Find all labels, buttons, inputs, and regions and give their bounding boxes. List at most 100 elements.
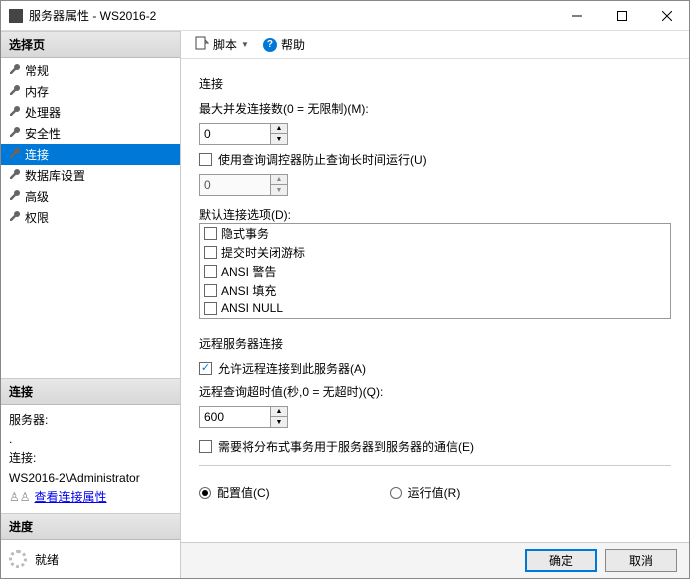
app-icon (9, 9, 23, 23)
sidebar-item[interactable]: 处理器 (1, 102, 180, 123)
option-checkbox[interactable] (204, 246, 217, 259)
config-value-label: 配置值(C) (217, 484, 270, 501)
wrench-icon (9, 84, 21, 99)
sidebar-item-label: 常规 (25, 62, 49, 79)
help-button[interactable]: ? 帮助 (259, 34, 309, 55)
separator (199, 465, 671, 466)
page-list: 常规内存处理器安全性连接数据库设置高级权限 (1, 58, 180, 230)
max-connections-spinner[interactable]: ▲▼ (199, 123, 288, 145)
distributed-tx-label: 需要将分布式事务用于服务器到服务器的通信(E) (218, 438, 474, 455)
sidebar-item[interactable]: 连接 (1, 144, 180, 165)
sidebar-item-label: 权限 (25, 209, 49, 226)
option-item[interactable]: 隐式事务 (200, 224, 670, 243)
option-checkbox[interactable] (204, 227, 217, 240)
sidebar-item[interactable]: 安全性 (1, 123, 180, 144)
server-value: . (9, 430, 172, 449)
close-button[interactable] (644, 1, 689, 30)
remote-timeout-input[interactable] (200, 407, 270, 427)
people-icon: ♙♙ (9, 490, 31, 504)
cancel-button[interactable]: 取消 (605, 549, 677, 572)
wrench-icon (9, 168, 21, 183)
select-page-header: 选择页 (1, 31, 180, 58)
dialog-footer: 确定 取消 (181, 542, 689, 578)
conn-label: 连接: (9, 449, 172, 468)
sidebar: 选择页 常规内存处理器安全性连接数据库设置高级权限 连接 服务器: . 连接: … (1, 31, 181, 578)
wrench-icon (9, 210, 21, 225)
run-value-label: 运行值(R) (408, 484, 461, 501)
content-area: 脚本 ▼ ? 帮助 连接 最大并发连接数(0 = 无限制)(M): ▲▼ 使用查… (181, 31, 689, 578)
spin-down-icon: ▼ (271, 185, 287, 195)
script-label: 脚本 (213, 36, 237, 53)
default-options-label: 默认连接选项(D): (199, 206, 671, 223)
option-checkbox[interactable] (204, 302, 217, 315)
connection-info: 服务器: . 连接: WS2016-2\Administrator ♙♙查看连接… (1, 405, 180, 513)
spin-down-icon[interactable]: ▼ (271, 134, 287, 144)
remote-section-title: 远程服务器连接 (199, 335, 671, 352)
help-icon: ? (263, 38, 277, 52)
minimize-button[interactable] (554, 1, 599, 30)
sidebar-item[interactable]: 数据库设置 (1, 165, 180, 186)
allow-remote-label: 允许远程连接到此服务器(A) (218, 360, 366, 377)
sidebar-item[interactable]: 高级 (1, 186, 180, 207)
radio-icon (199, 487, 211, 499)
connections-section-title: 连接 (199, 75, 671, 92)
script-icon (195, 36, 209, 53)
option-checkbox[interactable] (204, 265, 217, 278)
option-item[interactable]: ANSI NULL (200, 300, 670, 316)
progress-text: 就绪 (35, 551, 59, 568)
maximize-button[interactable] (599, 1, 644, 30)
option-label: 提交时关闭游标 (221, 244, 305, 261)
progress-header: 进度 (1, 513, 180, 540)
governor-limit-spinner: ▲▼ (199, 174, 288, 196)
config-value-radio[interactable]: 配置值(C) (199, 484, 270, 501)
option-item[interactable]: ANSI 填充 (200, 281, 670, 300)
ok-button[interactable]: 确定 (525, 549, 597, 572)
help-label: 帮助 (281, 36, 305, 53)
sidebar-item-label: 处理器 (25, 104, 61, 121)
max-connections-input[interactable] (200, 124, 270, 144)
max-connections-label: 最大并发连接数(0 = 无限制)(M): (199, 100, 671, 117)
view-connection-properties-link[interactable]: 查看连接属性 (35, 490, 107, 504)
option-label: ANSI 填充 (221, 282, 276, 299)
wrench-icon (9, 63, 21, 78)
toolbar: 脚本 ▼ ? 帮助 (181, 31, 689, 59)
run-value-radio[interactable]: 运行值(R) (390, 484, 461, 501)
distributed-tx-checkbox[interactable] (199, 440, 212, 453)
spin-down-icon[interactable]: ▼ (271, 417, 287, 427)
option-checkbox[interactable] (204, 284, 217, 297)
governor-limit-input (200, 175, 270, 195)
wrench-icon (9, 126, 21, 141)
wrench-icon (9, 147, 21, 162)
option-item[interactable]: 提交时关闭游标 (200, 243, 670, 262)
wrench-icon (9, 105, 21, 120)
spinner-icon (9, 550, 27, 568)
chevron-down-icon: ▼ (241, 40, 249, 49)
option-label: ANSI 警告 (221, 263, 276, 280)
remote-timeout-spinner[interactable]: ▲▼ (199, 406, 288, 428)
default-options-listbox[interactable]: 隐式事务提交时关闭游标 ANSI 警告 ANSI 填充 ANSI NULL (199, 223, 671, 319)
query-governor-label: 使用查询调控器防止查询长时间运行(U) (218, 151, 427, 168)
sidebar-item-label: 连接 (25, 146, 49, 163)
sidebar-item-label: 内存 (25, 83, 49, 100)
allow-remote-checkbox[interactable] (199, 362, 212, 375)
server-label: 服务器: (9, 411, 172, 430)
progress-area: 就绪 (1, 540, 180, 578)
spin-up-icon[interactable]: ▲ (271, 124, 287, 134)
spin-up-icon[interactable]: ▲ (271, 407, 287, 417)
sidebar-item[interactable]: 常规 (1, 60, 180, 81)
remote-timeout-label: 远程查询超时值(秒,0 = 无超时)(Q): (199, 383, 671, 400)
wrench-icon (9, 189, 21, 204)
window-title: 服务器属性 - WS2016-2 (29, 7, 554, 24)
title-bar: 服务器属性 - WS2016-2 (1, 1, 689, 31)
script-button[interactable]: 脚本 ▼ (191, 34, 253, 55)
option-label: 隐式事务 (221, 225, 269, 242)
sidebar-item-label: 数据库设置 (25, 167, 85, 184)
sidebar-item[interactable]: 权限 (1, 207, 180, 228)
option-label: ANSI NULL (221, 301, 283, 315)
sidebar-item-label: 高级 (25, 188, 49, 205)
sidebar-item-label: 安全性 (25, 125, 61, 142)
query-governor-checkbox[interactable] (199, 153, 212, 166)
sidebar-item[interactable]: 内存 (1, 81, 180, 102)
option-item[interactable]: ANSI 警告 (200, 262, 670, 281)
spin-up-icon: ▲ (271, 175, 287, 185)
